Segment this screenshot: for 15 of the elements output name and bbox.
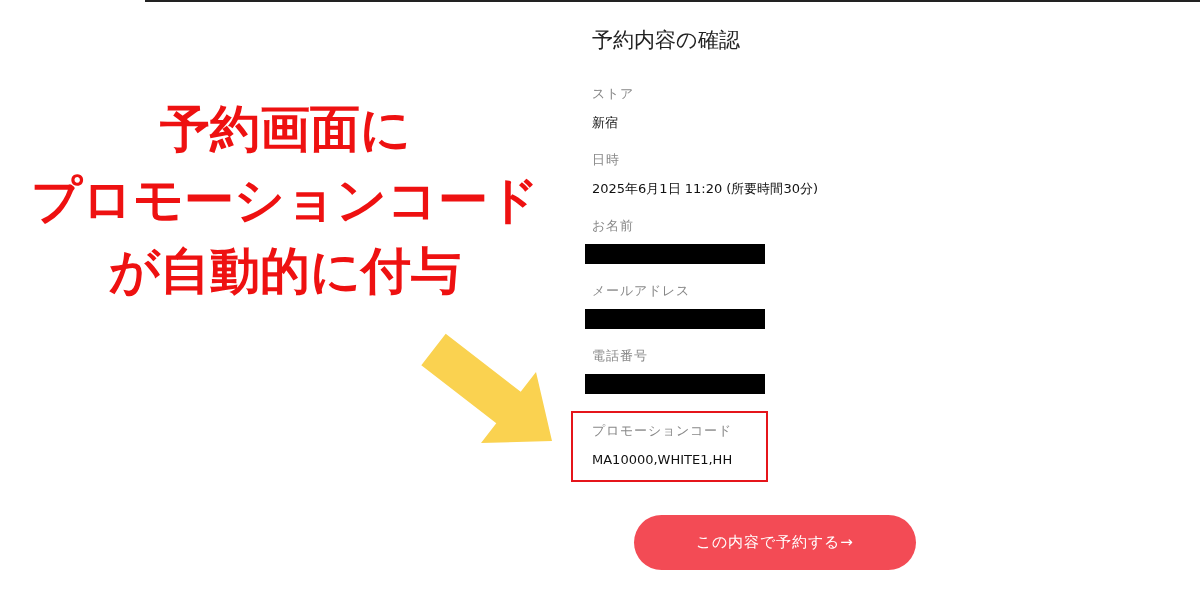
field-value: MA10000,WHITE1,HH bbox=[592, 451, 734, 469]
annotation-line: 予約画面に bbox=[158, 99, 412, 160]
field-label: プロモーションコード bbox=[592, 422, 733, 440]
field-value: 2025年6月1日 11:20 (所要時間30分) bbox=[592, 180, 820, 198]
field-label: メールアドレス bbox=[592, 282, 691, 300]
field-label: ストア bbox=[592, 85, 635, 103]
page-title: 予約内容の確認 bbox=[592, 27, 741, 54]
annotation-line: が自動的に付与 bbox=[108, 241, 462, 302]
arrow-icon bbox=[421, 333, 552, 443]
submit-button[interactable]: この内容で予約する→ bbox=[634, 515, 916, 570]
annotation-line: プロモーションコード bbox=[30, 170, 540, 231]
field-label: 電話番号 bbox=[592, 347, 649, 365]
field-label: お名前 bbox=[592, 217, 635, 235]
field-value: 新宿 bbox=[592, 114, 619, 132]
field-label: 日時 bbox=[592, 151, 621, 169]
